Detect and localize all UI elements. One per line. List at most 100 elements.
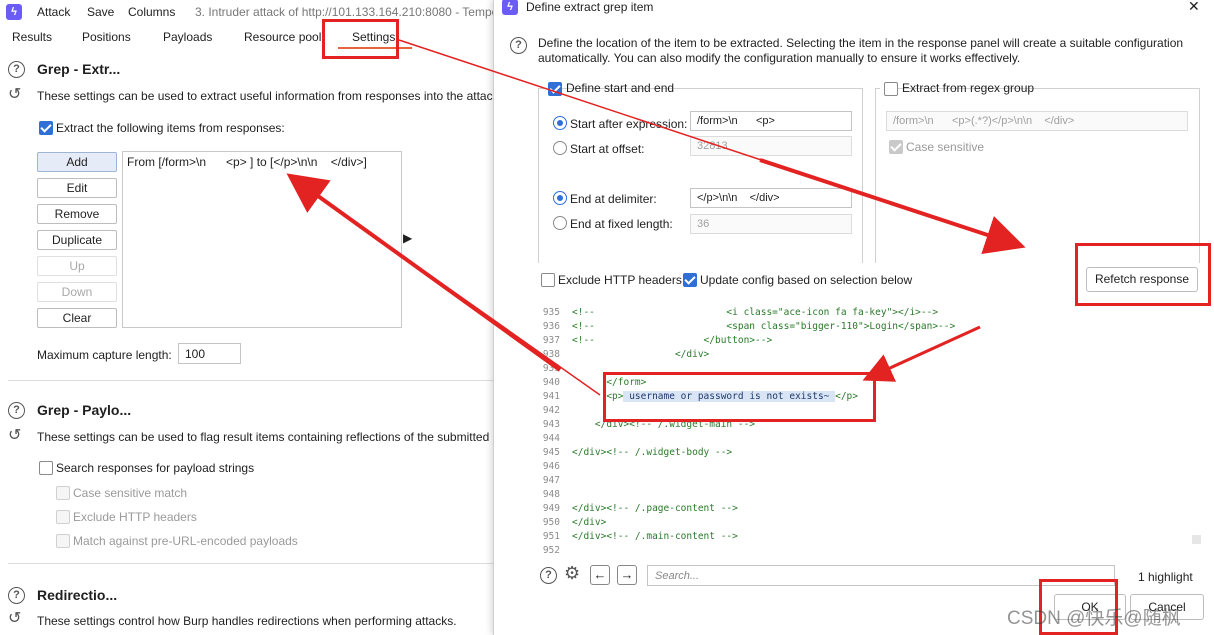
end-delimiter-input[interactable]: </p>\n\n </div>: [690, 188, 852, 208]
duplicate-button[interactable]: Duplicate: [37, 230, 117, 250]
grep-extract-title: Grep - Extr...: [37, 61, 121, 77]
max-capture-input[interactable]: 100: [178, 343, 241, 364]
line-number: 951: [542, 531, 560, 542]
close-icon[interactable]: ✕: [1188, 0, 1200, 15]
extract-items-list[interactable]: From [/form>\n <p> ] to [</p>\n\n </div>…: [122, 151, 402, 328]
regex-checkbox[interactable]: [884, 82, 898, 96]
help-icon[interactable]: ?: [8, 402, 25, 419]
start-offset-radio[interactable]: [553, 141, 567, 155]
line-number: 952: [542, 545, 560, 556]
next-arrow-icon[interactable]: →: [617, 565, 637, 585]
dialog-titlebar: ϟ Define extract grep item ✕: [494, 0, 1214, 24]
reset-icon[interactable]: ↺: [8, 84, 21, 104]
remove-button[interactable]: Remove: [37, 204, 117, 224]
define-start-end-checkbox[interactable]: [548, 82, 562, 96]
line-number: 942: [542, 405, 560, 416]
scrollbar-thumb[interactable]: [1192, 535, 1201, 544]
add-button[interactable]: Add: [37, 152, 117, 172]
grep-extract-description: These settings can be used to extract us…: [37, 89, 499, 103]
max-capture-label: Maximum capture length:: [37, 348, 172, 362]
update-config-checkbox[interactable]: [683, 273, 697, 287]
redirections-title: Redirectio...: [37, 587, 118, 603]
edit-button[interactable]: Edit: [37, 178, 117, 198]
reset-icon[interactable]: ↺: [8, 608, 21, 628]
case-sensitive-checkbox[interactable]: [889, 140, 903, 154]
line-number: 937: [542, 335, 560, 346]
tab-positions[interactable]: Positions: [82, 30, 131, 44]
annotation-box-refetch: [1075, 243, 1211, 306]
start-after-radio[interactable]: [553, 116, 567, 130]
tab-results[interactable]: Results: [12, 30, 52, 44]
line-number: 938: [542, 349, 560, 360]
cursor-icon: ▶: [403, 231, 413, 245]
previous-arrow-icon[interactable]: ←: [590, 565, 610, 585]
update-config-label: Update config based on selection below: [700, 273, 913, 287]
response-viewer[interactable]: 935 <!-- <i class="ace-icon fa fa-key"></…: [538, 304, 1188, 562]
line-text: <!-- <i class="ace-icon fa fa-key"></i>-…: [572, 307, 939, 318]
extract-items-checkbox[interactable]: [39, 121, 53, 135]
start-end-legend: Define start and end: [544, 80, 674, 96]
define-start-end-label: Define start and end: [566, 81, 675, 95]
window-title: 3. Intruder attack of http://101.133.164…: [195, 5, 499, 19]
line-number: 941: [542, 391, 560, 402]
define-extract-dialog: ϟ Define extract grep item ✕ ? Define th…: [493, 0, 1214, 635]
dialog-intro: Define the location of the item to be ex…: [538, 36, 1184, 65]
line-text: </div>: [572, 517, 607, 528]
exclude-http-headers-checkbox[interactable]: [541, 273, 555, 287]
list-item[interactable]: From [/form>\n <p> ] to [</p>\n\n </div>…: [127, 155, 367, 169]
menu-columns[interactable]: Columns: [128, 5, 175, 19]
help-icon[interactable]: ?: [540, 567, 557, 584]
end-fixed-radio[interactable]: [553, 216, 567, 230]
match-pre-url-checkbox[interactable]: [56, 534, 70, 548]
down-button[interactable]: Down: [37, 282, 117, 302]
divider: [8, 380, 493, 381]
extract-items-label: Extract the following items from respons…: [56, 121, 285, 135]
line-number: 947: [542, 475, 560, 486]
divider: [8, 563, 493, 564]
tab-resource-pool[interactable]: Resource pool: [244, 30, 321, 44]
annotation-box-settings: [322, 19, 399, 59]
help-icon[interactable]: ?: [8, 587, 25, 604]
tab-payloads[interactable]: Payloads: [163, 30, 212, 44]
start-offset-label: Start at offset:: [570, 142, 645, 156]
exclude-headers-label: Exclude HTTP headers: [73, 510, 197, 524]
match-pre-url-label: Match against pre-URL-encoded payloads: [73, 534, 298, 548]
line-text: </div><!-- /.page-content -->: [572, 503, 738, 514]
start-offset-input[interactable]: 32813: [690, 136, 852, 156]
burp-logo-icon: ϟ: [6, 4, 22, 20]
up-button[interactable]: Up: [37, 256, 117, 276]
case-sensitive-match-checkbox[interactable]: [56, 486, 70, 500]
line-number: 949: [542, 503, 560, 514]
end-delimiter-label: End at delimiter:: [570, 192, 657, 206]
line-text: </div><!-- /.widget-body -->: [572, 447, 733, 458]
settings-gear-icon[interactable]: ⚙: [564, 563, 580, 584]
intruder-tabs: Results Positions Payloads Resource pool…: [0, 26, 500, 50]
menu-attack[interactable]: Attack: [37, 5, 70, 19]
line-number: 940: [542, 377, 560, 388]
line-number: 945: [542, 447, 560, 458]
start-after-label: Start after expression:: [570, 117, 688, 131]
case-sensitive-match-label: Case sensitive match: [73, 486, 188, 500]
menu-save[interactable]: Save: [87, 5, 114, 19]
line-number: 946: [542, 461, 560, 472]
exclude-headers-checkbox[interactable]: [56, 510, 70, 524]
regex-input[interactable]: /form>\n <p>(.*?)</p>\n\n </div>: [886, 111, 1188, 131]
clear-button[interactable]: Clear: [37, 308, 117, 328]
annotation-box-selection: [603, 372, 876, 422]
line-number: 944: [542, 433, 560, 444]
watermark: CSDN @快乐@随枫: [1007, 608, 1181, 629]
reset-icon[interactable]: ↺: [8, 425, 21, 445]
help-icon[interactable]: ?: [8, 61, 25, 78]
line-number: 948: [542, 489, 560, 500]
end-fixed-input[interactable]: 36: [690, 214, 852, 234]
regex-legend: Extract from regex group: [880, 80, 1034, 96]
line-text: </div>: [572, 349, 710, 360]
grep-payloads-title: Grep - Paylo...: [37, 402, 132, 418]
help-icon[interactable]: ?: [510, 37, 527, 54]
line-number: 943: [542, 419, 560, 430]
line-number: 939: [542, 363, 560, 374]
line-text: </div><!-- /.main-content -->: [572, 531, 738, 542]
start-after-input[interactable]: /form>\n <p>: [690, 111, 852, 131]
search-payloads-checkbox[interactable]: [39, 461, 53, 475]
end-delimiter-radio[interactable]: [553, 191, 567, 205]
